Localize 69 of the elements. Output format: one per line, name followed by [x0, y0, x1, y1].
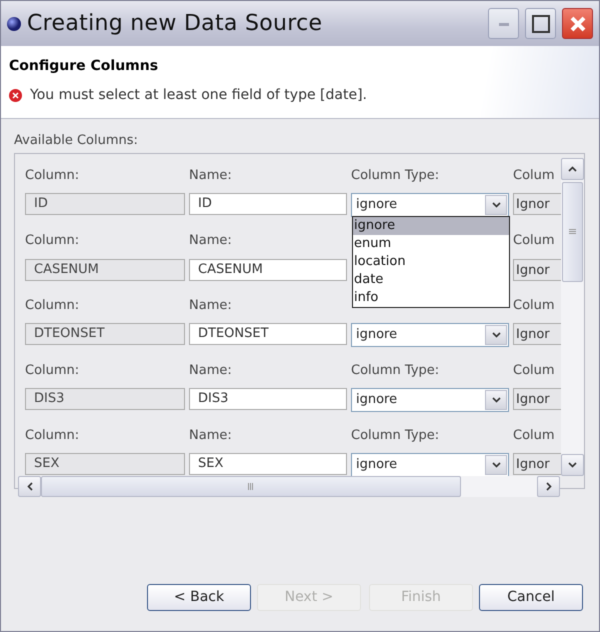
grip-icon: [248, 482, 254, 490]
name-label: Name:: [189, 426, 233, 444]
scroll-right-button[interactable]: [537, 476, 560, 496]
column-type-dropdown[interactable]: ignore: [351, 193, 509, 217]
column-label: Colum: [513, 232, 556, 250]
column-field: SEX: [25, 453, 185, 475]
column-type-label: Column Type:: [351, 166, 440, 184]
error-icon: [9, 89, 22, 102]
maximize-icon: [532, 14, 550, 32]
column-label: Colum: [513, 426, 556, 444]
dropdown-option[interactable]: info: [353, 288, 509, 306]
horizontal-scrollbar[interactable]: [18, 476, 560, 496]
column-field: CASENUM: [25, 259, 185, 281]
column-label: Column:: [25, 296, 80, 314]
name-field[interactable]: ID: [189, 193, 347, 215]
grip-icon: [569, 228, 576, 234]
ignore-field: Ignor: [513, 259, 561, 281]
dropdown-option[interactable]: ignore: [353, 216, 509, 234]
column-type-dropdown[interactable]: ignore: [351, 388, 509, 412]
close-icon: [568, 14, 586, 32]
column-type-label: Column Type:: [351, 426, 440, 444]
column-label: Column:: [25, 166, 80, 184]
caret-left-icon: [26, 482, 32, 490]
caret-down-icon: [568, 462, 577, 468]
column-type-dropdown[interactable]: ignore: [351, 323, 509, 347]
name-label: Name:: [189, 362, 233, 380]
back-button[interactable]: < Back: [147, 584, 251, 611]
window-title: Creating new Data Source: [27, 10, 322, 38]
ignore-field: Ignor: [513, 323, 561, 345]
ignore-field: Ignor: [513, 193, 561, 215]
name-field[interactable]: DIS3: [189, 388, 347, 410]
name-field[interactable]: DTEONSET: [189, 323, 347, 345]
close-button[interactable]: [562, 8, 593, 39]
scrollbar-thumb[interactable]: [562, 182, 583, 282]
column-label: Colum: [513, 166, 556, 184]
name-label: Name:: [189, 166, 233, 184]
maximize-button[interactable]: [525, 8, 556, 39]
caret-up-icon: [568, 166, 577, 172]
name-label: Name:: [189, 296, 233, 314]
column-label: Column:: [25, 232, 80, 250]
error-message: You must select at least one field of type [date].: [30, 86, 367, 105]
column-label: Column:: [25, 426, 80, 444]
column-field: DIS3: [25, 388, 185, 410]
column-field: DTEONSET: [25, 323, 185, 345]
column-label: Colum: [513, 296, 556, 314]
cancel-button[interactable]: Cancel: [479, 584, 583, 611]
dropdown-option[interactable]: date: [353, 270, 509, 288]
minimize-icon: [498, 22, 508, 26]
column-label: Colum: [513, 362, 556, 380]
column-type-dropdown[interactable]: ignore: [351, 453, 509, 476]
name-field[interactable]: SEX: [189, 453, 347, 475]
column-label: Column:: [25, 362, 80, 380]
column-type-label: Column Type:: [351, 362, 440, 380]
name-label: Name:: [189, 232, 233, 250]
ignore-field: Ignor: [513, 388, 561, 410]
app-logo-icon: [7, 16, 21, 30]
dropdown-option[interactable]: location: [353, 252, 509, 270]
ignore-field: Ignor: [513, 453, 561, 475]
dropdown-option[interactable]: enum: [353, 234, 509, 252]
vertical-scrollbar[interactable]: [561, 158, 584, 476]
scrollbar-thumb[interactable]: [41, 476, 461, 496]
section-label: Available Columns:: [14, 132, 139, 150]
column-field: ID: [25, 193, 185, 215]
caret-right-icon: [546, 482, 552, 490]
scroll-down-button[interactable]: [561, 454, 584, 476]
page-title: Configure Columns: [9, 57, 160, 76]
name-field[interactable]: CASENUM: [189, 259, 347, 281]
scroll-up-button[interactable]: [561, 158, 584, 180]
scroll-left-button[interactable]: [18, 476, 41, 496]
